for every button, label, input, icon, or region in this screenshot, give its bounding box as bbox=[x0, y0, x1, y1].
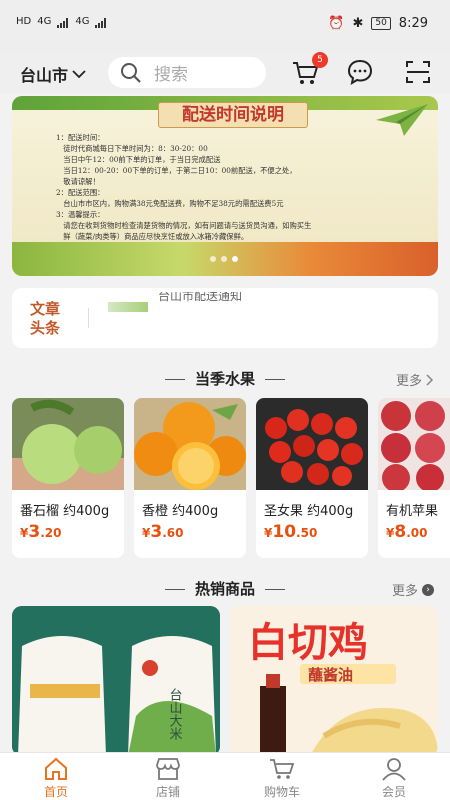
bottom-tab-bar: 首页 店铺 购物车 会员 bbox=[0, 752, 450, 800]
tab-label: 店铺 bbox=[155, 785, 180, 799]
product-name: 有机苹果 bbox=[386, 504, 439, 519]
search-placeholder: 搜索 bbox=[154, 65, 188, 85]
season-fruit-list: 番石榴 约400g ¥3.20 香橙 约400g ¥3.60 圣女果 约400g… bbox=[12, 398, 450, 558]
promo-banner[interactable]: 配送时间说明 1：配送时间： 徒时代商城每日下单时间为：8：30-20：00 当… bbox=[12, 96, 438, 276]
cart-button[interactable]: 5 bbox=[290, 52, 328, 88]
title-line-left bbox=[164, 589, 185, 590]
product-card[interactable]: 有机苹果 ¥8.00 bbox=[378, 398, 450, 558]
product-name: 番石榴 约400g bbox=[20, 504, 110, 519]
hot-title: 热销商品 bbox=[194, 580, 255, 598]
rice-bag-image: 台山大米 bbox=[12, 606, 220, 756]
search-bar[interactable]: 搜索 bbox=[108, 57, 266, 88]
cart-icon bbox=[270, 759, 295, 779]
banner-line: 鲜（蔬菜/肉类等）商品应尽快烹饪或放入冰箱冷藏保鲜。 bbox=[56, 232, 249, 241]
alarm-icon: ⏰ bbox=[328, 16, 345, 31]
cart-count-badge: 5 bbox=[312, 52, 328, 68]
chevron-right-icon: › bbox=[422, 583, 434, 596]
store-icon bbox=[156, 758, 180, 780]
banner-dot-active[interactable] bbox=[232, 256, 238, 262]
season-title: 当季水果 bbox=[194, 370, 255, 388]
product-card[interactable]: 圣女果 约400g ¥10.50 bbox=[256, 398, 368, 558]
product-price: ¥3.60 bbox=[142, 522, 184, 542]
message-button[interactable] bbox=[346, 58, 376, 88]
chicken-image: 白切鸡 蘸酱油 bbox=[230, 606, 438, 756]
city-label: 台山市 bbox=[20, 66, 69, 85]
orange-image bbox=[134, 398, 246, 490]
status-bar: HD 4G 4G ⏰ ✱ 50 8:29 bbox=[0, 0, 450, 52]
user-icon bbox=[382, 758, 406, 781]
tab-label: 购物车 bbox=[263, 785, 300, 799]
clock-time: 8:29 bbox=[398, 16, 428, 31]
chat-icon bbox=[347, 59, 373, 86]
more-label: 更多 bbox=[391, 584, 418, 599]
chicken-subtitle: 蘸酱油 bbox=[308, 666, 353, 684]
banner-dot[interactable] bbox=[210, 256, 216, 262]
product-price: ¥8.00 bbox=[386, 522, 428, 542]
chicken-title: 白切鸡 bbox=[248, 620, 368, 666]
cherry-tomato-image bbox=[256, 398, 368, 490]
tab-store[interactable]: 店铺 bbox=[128, 757, 208, 800]
banner-line: 2：配送范围： bbox=[56, 188, 105, 197]
banner-text: 1：配送时间： 徒时代商城每日下单时间为：8：30-20：00 当日中午12：0… bbox=[56, 132, 406, 242]
tab-label: 会员 bbox=[381, 785, 406, 799]
rice-label: 台山大米 bbox=[167, 688, 183, 740]
tab-member[interactable]: 会员 bbox=[354, 757, 434, 800]
product-price: ¥3.20 bbox=[20, 522, 62, 542]
bluetooth-icon: ✱ bbox=[352, 16, 364, 31]
banner-line: 1：配送时间： bbox=[56, 133, 105, 142]
banner-dot[interactable] bbox=[221, 256, 227, 262]
title-line-left bbox=[164, 379, 185, 380]
network-4g-2: 4G bbox=[75, 16, 90, 27]
scan-icon bbox=[406, 61, 430, 83]
hot-product-rice[interactable]: 台山大米 bbox=[12, 606, 220, 756]
product-card[interactable]: 番石榴 约400g ¥3.20 bbox=[12, 398, 124, 558]
chevron-right-icon bbox=[426, 373, 434, 386]
tab-label: 首页 bbox=[43, 785, 68, 799]
banner-line: 台山市市区内，购物满38元免配送费，购物不足38元的需配送费5元 bbox=[56, 199, 284, 208]
hot-more-link[interactable]: 更多 › bbox=[392, 580, 434, 599]
top-header: 台山市 搜索 5 bbox=[0, 52, 450, 94]
title-line-right bbox=[265, 379, 285, 380]
tab-home[interactable]: 首页 bbox=[16, 757, 96, 800]
hd-indicator: HD bbox=[16, 16, 32, 27]
signal-icon bbox=[57, 17, 69, 28]
product-card[interactable]: 香橙 约400g ¥3.60 bbox=[134, 398, 246, 558]
hot-section-header: 热销商品 bbox=[0, 578, 450, 599]
guava-image bbox=[12, 398, 124, 490]
tab-cart[interactable]: 购物车 bbox=[242, 757, 322, 800]
product-price: ¥10.50 bbox=[264, 522, 318, 542]
banner-line: 当日中午12：00前下单的订单，于当日完成配送 bbox=[56, 155, 221, 164]
network-4g-1: 4G bbox=[37, 16, 52, 27]
more-label: 更多 bbox=[395, 374, 422, 389]
hot-product-chicken[interactable]: 白切鸡 蘸酱油 bbox=[230, 606, 438, 756]
news-tag: 文章头条 bbox=[30, 300, 61, 337]
product-name: 香橙 约400g bbox=[142, 504, 219, 519]
title-line-right bbox=[265, 589, 285, 590]
season-more-link[interactable]: 更多 bbox=[396, 370, 434, 389]
home-icon bbox=[45, 757, 67, 780]
search-icon bbox=[121, 62, 141, 83]
banner-line: 请您在收到货物时检查清楚货物的情况，如有问题请与送货员沟通，如购买生 bbox=[56, 221, 312, 230]
banner-pagination bbox=[210, 256, 238, 262]
news-headline[interactable]: 台山市配送通知 bbox=[158, 292, 242, 302]
news-thumbnail bbox=[108, 302, 148, 312]
city-selector[interactable]: 台山市 bbox=[20, 62, 86, 86]
signal-icon-2 bbox=[95, 17, 107, 28]
banner-line: 徒时代商城每日下单时间为：8：30-20：00 bbox=[56, 144, 208, 153]
banner-line: 敬请谅解！ bbox=[56, 177, 100, 186]
banner-title: 配送时间说明 bbox=[158, 102, 308, 128]
scan-button[interactable] bbox=[404, 58, 434, 88]
banner-line: 3：温馨提示： bbox=[56, 210, 105, 219]
news-divider bbox=[88, 308, 89, 328]
apple-image bbox=[378, 398, 450, 492]
product-name: 圣女果 约400g bbox=[264, 504, 354, 519]
news-ticker[interactable]: 文章头条 台山市配送通知 bbox=[12, 288, 438, 348]
chevron-down-icon bbox=[72, 70, 86, 79]
battery-icon: 50 bbox=[371, 17, 391, 30]
banner-line: 当日12：00-20：00下单的订单，于第二日10：00前配送，不便之处， bbox=[56, 166, 297, 175]
season-section-header: 当季水果 bbox=[0, 368, 450, 389]
